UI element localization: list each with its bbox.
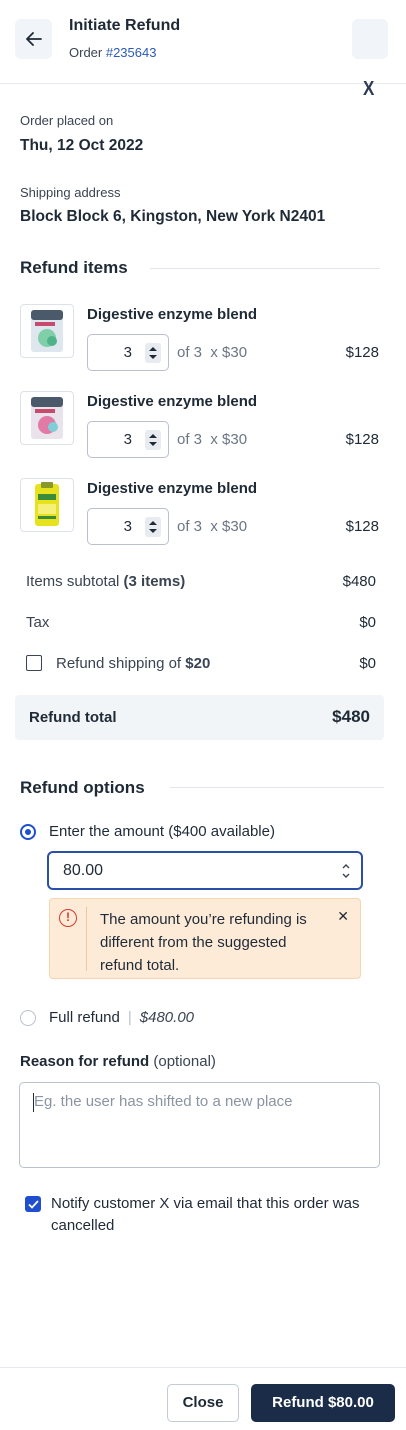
order-number-link[interactable]: #235643 <box>106 45 157 60</box>
item-price: $128 <box>345 518 379 535</box>
notify-label[interactable]: Notify customer X via email that this or… <box>51 1193 371 1237</box>
text-caret <box>33 1093 34 1112</box>
product-thumbnail <box>20 478 74 532</box>
quantity-of-price: of 3 x $30 <box>177 344 248 361</box>
header-action-button[interactable] <box>352 19 388 59</box>
tax-row: Tax $0 <box>26 614 376 631</box>
full-refund-option[interactable]: Full refund | $480.00 <box>49 1009 194 1026</box>
check-icon <box>27 1199 39 1209</box>
refund-item: Digestive enzyme blend 3 of 3 x $30 $128 <box>20 304 386 374</box>
spinner-icon[interactable] <box>145 343 161 363</box>
shipping-address-label: Shipping address <box>20 185 121 200</box>
dialog-footer: Close Refund $80.00 <box>0 1367 406 1430</box>
quantity-stepper[interactable]: 3 <box>87 508 169 545</box>
product-thumbnail <box>20 391 74 445</box>
item-name: Digestive enzyme blend <box>87 306 258 323</box>
refund-total-amount: $480 <box>332 707 370 726</box>
close-icon[interactable]: ✕ <box>337 908 349 925</box>
section-divider <box>170 787 384 788</box>
shipping-address-value: Block Block 6, Kingston, New York N2401 <box>20 208 326 225</box>
separator: | <box>127 1009 132 1026</box>
item-name: Digestive enzyme blend <box>87 393 258 410</box>
reason-label: Reason for refund (optional) <box>20 1053 216 1070</box>
dialog-header: Initiate Refund Order #235643 <box>0 0 406 84</box>
spinner-icon[interactable] <box>145 517 161 537</box>
subtotal-amount: $480 <box>342 573 376 590</box>
alert-icon: ! <box>59 909 77 927</box>
back-button[interactable] <box>15 19 52 59</box>
arrow-left-icon <box>25 32 42 46</box>
amount-spinner-icon[interactable] <box>341 861 351 884</box>
refund-item: Digestive enzyme blend 3 of 3 x $30 $128 <box>20 478 386 548</box>
full-refund-amount: $480.00 <box>139 1009 195 1026</box>
refund-item: Digestive enzyme blend 3 of 3 x $30 $128 <box>20 391 386 461</box>
enter-amount-radio[interactable] <box>20 824 36 840</box>
quantity-of-price: of 3 x $30 <box>177 518 248 535</box>
order-placed-label: Order placed on <box>20 113 114 128</box>
refund-items-title: Refund items <box>20 258 128 277</box>
pack-yellow-icon <box>35 482 59 526</box>
spinner-icon[interactable] <box>145 430 161 450</box>
refund-options-title: Refund options <box>20 778 145 797</box>
reason-optional: (optional) <box>153 1053 216 1070</box>
tax-label: Tax <box>26 614 50 631</box>
refund-shipping-checkbox[interactable] <box>26 655 42 671</box>
close-mark[interactable]: X <box>363 78 374 101</box>
quantity-value: 3 <box>123 431 132 448</box>
refund-amount-value: 80.00 <box>63 862 104 879</box>
quantity-value: 3 <box>123 518 132 535</box>
item-price: $128 <box>345 431 379 448</box>
reason-label-text: Reason for refund <box>20 1053 150 1070</box>
order-subtitle: Order #235643 <box>69 45 156 60</box>
quantity-stepper[interactable]: 3 <box>87 334 169 371</box>
refund-total-label: Refund total <box>29 709 117 726</box>
item-name: Digestive enzyme blend <box>87 480 258 497</box>
shipping-label: Refund shipping of <box>56 655 186 672</box>
warning-divider <box>86 907 87 971</box>
product-thumbnail <box>20 304 74 358</box>
subtotal-count: (3 items) <box>123 573 186 590</box>
full-refund-radio[interactable] <box>20 1010 36 1026</box>
reason-textarea[interactable]: Eg. the user has shifted to a new place <box>19 1082 380 1168</box>
page-title: Initiate Refund <box>69 17 181 34</box>
shipping-value: $20 <box>185 655 211 672</box>
enter-amount-label[interactable]: Enter the amount ($400 available) <box>49 823 275 840</box>
tax-amount: $0 <box>359 614 376 631</box>
pack-pink-icon <box>31 397 63 439</box>
subtotal-label: Items subtotal <box>26 573 124 590</box>
quantity-of-price: of 3 x $30 <box>177 431 248 448</box>
reason-placeholder: Eg. the user has shifted to a new place <box>34 1093 293 1110</box>
order-placed-value: Thu, 12 Oct 2022 <box>20 137 144 154</box>
amount-warning: ! The amount you’re refunding is differe… <box>49 898 361 979</box>
quantity-stepper[interactable]: 3 <box>87 421 169 458</box>
full-refund-label: Full refund <box>49 1009 120 1026</box>
close-button[interactable]: Close <box>167 1384 239 1422</box>
notify-checkbox[interactable] <box>25 1196 41 1212</box>
refund-total-bar: Refund total $480 <box>15 695 384 740</box>
item-price: $128 <box>345 344 379 361</box>
pack-pink-green-icon <box>31 310 63 352</box>
quantity-value: 3 <box>123 344 132 361</box>
section-divider <box>150 268 380 269</box>
warning-text: The amount you’re refunding is different… <box>100 911 307 974</box>
shipping-row: Refund shipping of $20 $0 <box>56 655 376 672</box>
refund-amount-input[interactable]: 80.00 <box>47 851 363 890</box>
refund-button[interactable]: Refund $80.00 <box>251 1384 395 1422</box>
subtotal-row: Items subtotal (3 items) $480 <box>26 573 376 590</box>
shipping-amount: $0 <box>359 655 376 672</box>
order-prefix: Order <box>69 45 106 60</box>
